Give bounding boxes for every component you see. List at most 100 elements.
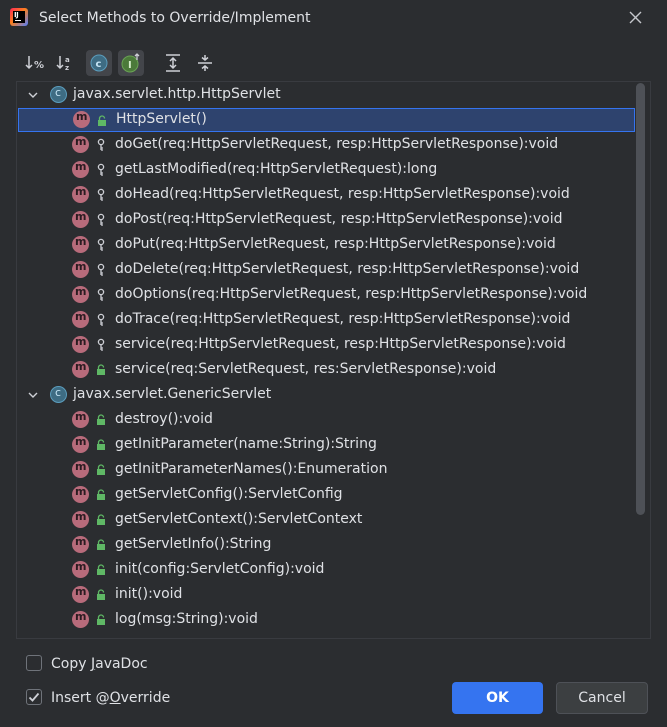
chevron-down-icon[interactable] [27, 389, 39, 401]
method-row[interactable]: doHead(req:HttpServletRequest, resp:Http… [18, 183, 635, 207]
protected-key-icon [97, 163, 105, 176]
method-row[interactable]: getInitParameter(name:String):String [18, 433, 635, 457]
method-icon [72, 535, 89, 553]
method-icon [72, 210, 89, 228]
dialog-title: Select Methods to Override/Implement [39, 10, 311, 26]
class-icon [50, 386, 67, 403]
method-icon [72, 410, 89, 428]
method-icon [72, 185, 89, 203]
method-row[interactable]: getInitParameterNames():Enumeration [18, 458, 635, 482]
method-row[interactable]: doPost(req:HttpServletRequest, resp:Http… [18, 208, 635, 232]
method-row[interactable]: doPut(req:HttpServletRequest, resp:HttpS… [18, 233, 635, 257]
ok-button[interactable]: OK [452, 682, 543, 714]
method-row[interactable]: getLastModified(req:HttpServletRequest):… [18, 158, 635, 182]
show-interfaces-icon: I [121, 53, 140, 73]
tree-group-row[interactable]: javax.servlet.GenericServlet [18, 383, 635, 407]
show-classes-icon: c [90, 54, 108, 72]
show-interfaces-button[interactable]: I [118, 50, 144, 76]
method-signature-label: getInitParameterNames():Enumeration [115, 461, 388, 477]
protected-key-icon [97, 213, 105, 226]
method-icon [72, 160, 89, 178]
protected-key-icon [97, 138, 105, 151]
method-row[interactable]: getServletInfo():String [18, 533, 635, 557]
method-row[interactable]: getServletConfig():ServletConfig [18, 483, 635, 507]
protected-key-icon [97, 313, 105, 326]
method-icon [72, 235, 89, 253]
class-name-label: javax.servlet.GenericServlet [73, 386, 272, 402]
vertical-scrollbar[interactable] [636, 83, 645, 515]
method-signature-label: HttpServlet() [116, 111, 207, 127]
method-icon [72, 585, 89, 603]
method-row[interactable]: doDelete(req:HttpServletRequest, resp:Ht… [18, 258, 635, 282]
methods-tree[interactable]: javax.servlet.http.HttpServlet HttpServle… [16, 81, 651, 639]
public-lock-icon [97, 464, 105, 475]
method-row[interactable]: doGet(req:HttpServletRequest, resp:HttpS… [18, 133, 635, 157]
method-signature-label: init():void [115, 586, 183, 602]
method-signature-label: service(req:HttpServletRequest, resp:Htt… [115, 336, 566, 352]
collapse-all-icon [198, 55, 212, 71]
method-row[interactable]: service(req:HttpServletRequest, resp:Htt… [18, 333, 635, 357]
method-signature-label: getServletContext():ServletContext [115, 511, 363, 527]
collapse-all-button[interactable] [192, 50, 218, 76]
method-icon [72, 335, 89, 353]
svg-text:I: I [128, 60, 132, 71]
method-icon [72, 435, 89, 453]
method-signature-label: getInitParameter(name:String):String [115, 436, 377, 452]
method-row[interactable]: log(msg:String):void [18, 608, 635, 632]
method-signature-label: doPut(req:HttpServletRequest, resp:HttpS… [115, 236, 556, 252]
public-lock-icon [97, 589, 105, 600]
protected-key-icon [97, 238, 105, 251]
intellij-logo-icon: IJ [10, 8, 28, 26]
expand-all-icon [166, 54, 180, 72]
method-icon [72, 460, 89, 478]
class-name-label: javax.servlet.http.HttpServlet [73, 86, 281, 102]
insert-override-label: Insert @Override [51, 690, 171, 706]
method-row[interactable]: init():void [18, 583, 635, 607]
method-icon [72, 135, 89, 153]
method-icon [72, 285, 89, 303]
method-icon [72, 485, 89, 503]
method-icon [72, 610, 89, 628]
expand-all-button[interactable] [160, 50, 186, 76]
method-signature-label: getServletInfo():String [115, 536, 272, 552]
cancel-button[interactable]: Cancel [556, 682, 648, 714]
sort-alphabetically-icon: a z [56, 56, 70, 72]
public-lock-icon [97, 414, 105, 425]
copy-javadoc-checkbox[interactable] [26, 655, 42, 671]
close-icon[interactable] [626, 8, 646, 28]
method-icon [73, 110, 90, 128]
method-row[interactable]: getServletContext():ServletContext [18, 508, 635, 532]
title-bar: IJ Select Methods to Override/Implement [0, 0, 667, 38]
show-classes-button[interactable]: c [86, 50, 112, 76]
method-row[interactable]: doOptions(req:HttpServletRequest, resp:H… [18, 283, 635, 307]
method-icon [72, 310, 89, 328]
method-row[interactable]: init(config:ServletConfig):void [18, 558, 635, 582]
insert-override-checkbox[interactable] [26, 689, 42, 705]
method-signature-label: service(req:ServletRequest, res:ServletR… [115, 361, 497, 377]
method-signature-label: doHead(req:HttpServletRequest, resp:Http… [115, 186, 570, 202]
method-icon [72, 510, 89, 528]
class-icon [50, 86, 67, 103]
method-signature-label: doDelete(req:HttpServletRequest, resp:Ht… [115, 261, 580, 277]
sort-by-visibility-icon: % [25, 56, 44, 71]
method-signature-label: doTrace(req:HttpServletRequest, resp:Htt… [115, 311, 571, 327]
protected-key-icon [97, 338, 105, 351]
method-signature-label: destroy():void [115, 411, 213, 427]
public-lock-icon [97, 439, 105, 450]
sort-alphabetically-button[interactable]: a z [53, 50, 79, 76]
public-lock-icon [97, 564, 105, 575]
method-row[interactable]: HttpServlet() [18, 108, 635, 132]
chevron-down-icon[interactable] [27, 89, 39, 101]
public-lock-icon [97, 364, 105, 375]
method-row[interactable]: doTrace(req:HttpServletRequest, resp:Htt… [18, 308, 635, 332]
protected-key-icon [97, 288, 105, 301]
svg-text:c: c [96, 59, 102, 70]
tree-group-row[interactable]: javax.servlet.http.HttpServlet [18, 83, 635, 107]
sort-by-visibility-button[interactable]: % [22, 50, 48, 76]
svg-text:%: % [34, 60, 44, 71]
method-icon [72, 260, 89, 278]
method-row[interactable]: service(req:ServletRequest, res:ServletR… [18, 358, 635, 382]
method-row[interactable]: destroy():void [18, 408, 635, 432]
method-icon [72, 360, 89, 378]
svg-text:a: a [65, 56, 70, 64]
